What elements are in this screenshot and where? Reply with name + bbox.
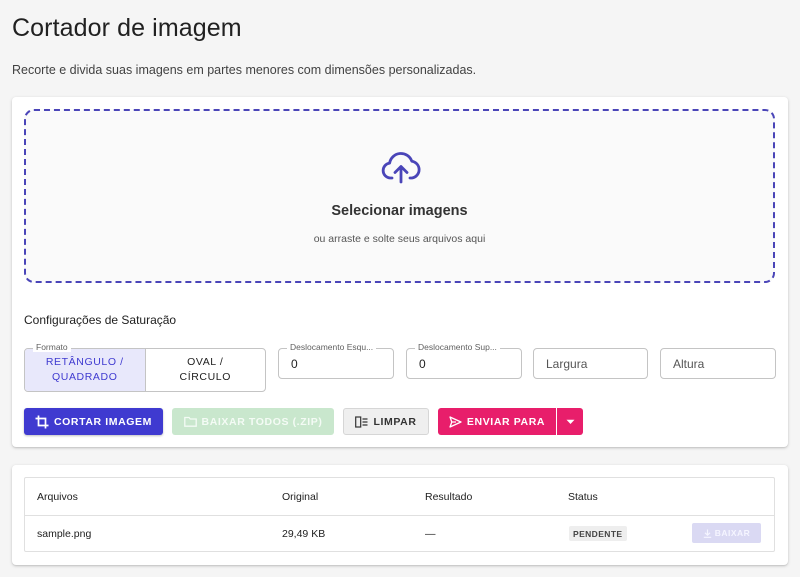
offset-left-field: Deslocamento Esqu... (278, 342, 394, 379)
status-badge: PENDENTE (569, 526, 627, 541)
folder-zip-icon (183, 416, 197, 427)
column-header-result: Resultado (425, 491, 473, 503)
files-card: Arquivos Original Resultado Status sampl… (12, 465, 788, 565)
clear-label: LIMPAR (373, 415, 417, 428)
format-legend: Formato (33, 342, 71, 352)
dropzone-title: Selecionar imagens (331, 203, 468, 219)
settings-title: Configurações de Saturação (24, 313, 177, 327)
caret-down-icon (566, 419, 575, 425)
offset-left-input[interactable] (291, 357, 385, 371)
download-label: BAIXAR (714, 528, 751, 538)
format-option-oval[interactable]: OVAL / CÍRCULO (144, 349, 266, 391)
column-header-original: Original (282, 491, 319, 503)
file-name-cell: sample.png (37, 528, 92, 540)
offset-top-field: Deslocamento Sup... (406, 342, 522, 379)
download-all-label: BAIXAR TODOS (.ZIP) (201, 415, 323, 428)
format-option-oval-line2: CÍRCULO (179, 371, 231, 383)
download-icon (703, 529, 712, 538)
send-to-label: ENVIAR PARA (466, 415, 546, 428)
format-option-rectangle[interactable]: RETÂNGULO / QUADRADO (25, 349, 145, 391)
send-to-button[interactable]: ENVIAR PARA (438, 408, 556, 435)
cut-image-label: CORTAR IMAGEM (53, 415, 152, 428)
crop-icon (35, 415, 49, 429)
cropper-card: Selecionar imagens ou arraste e solte se… (12, 97, 788, 447)
original-size-cell: 29,49 KB (282, 528, 326, 540)
image-dropzone[interactable]: Selecionar imagens ou arraste e solte se… (24, 109, 775, 283)
height-field (660, 348, 776, 379)
clear-button[interactable]: LIMPAR (343, 408, 429, 435)
column-header-files: Arquivos (37, 491, 78, 503)
page-title: Cortador de imagem (12, 14, 242, 42)
cloud-upload-icon (381, 151, 421, 185)
dropzone-subtitle: ou arraste e solte seus arquivos aqui (313, 233, 486, 245)
height-input[interactable] (673, 357, 767, 371)
offset-top-legend: Deslocamento Sup... (415, 342, 500, 352)
format-option-rectangle-line1: RETÂNGULO / (45, 356, 124, 368)
column-header-status: Status (568, 491, 598, 503)
table-divider (25, 515, 774, 516)
format-toggle-group: Formato RETÂNGULO / QUADRADO OVAL / CÍRCUL… (24, 342, 266, 392)
clear-all-icon (355, 415, 368, 428)
page-subtitle: Recorte e divida suas imagens em partes … (12, 63, 477, 77)
cut-image-button[interactable]: CORTAR IMAGEM (24, 408, 163, 435)
result-size-cell: — (425, 528, 436, 540)
format-option-oval-line1: OVAL / (187, 356, 224, 368)
download-all-zip-button[interactable]: BAIXAR TODOS (.ZIP) (172, 408, 334, 435)
width-input[interactable] (546, 357, 639, 371)
files-table: Arquivos Original Resultado Status sampl… (24, 477, 775, 552)
send-to-menu-button[interactable] (557, 408, 583, 435)
offset-left-legend: Deslocamento Esqu... (287, 342, 377, 352)
format-option-rectangle-line2: QUADRADO (52, 371, 118, 383)
width-field (533, 348, 648, 379)
offset-top-input[interactable] (419, 357, 513, 371)
download-button[interactable]: BAIXAR (692, 523, 761, 543)
send-icon (449, 415, 462, 428)
